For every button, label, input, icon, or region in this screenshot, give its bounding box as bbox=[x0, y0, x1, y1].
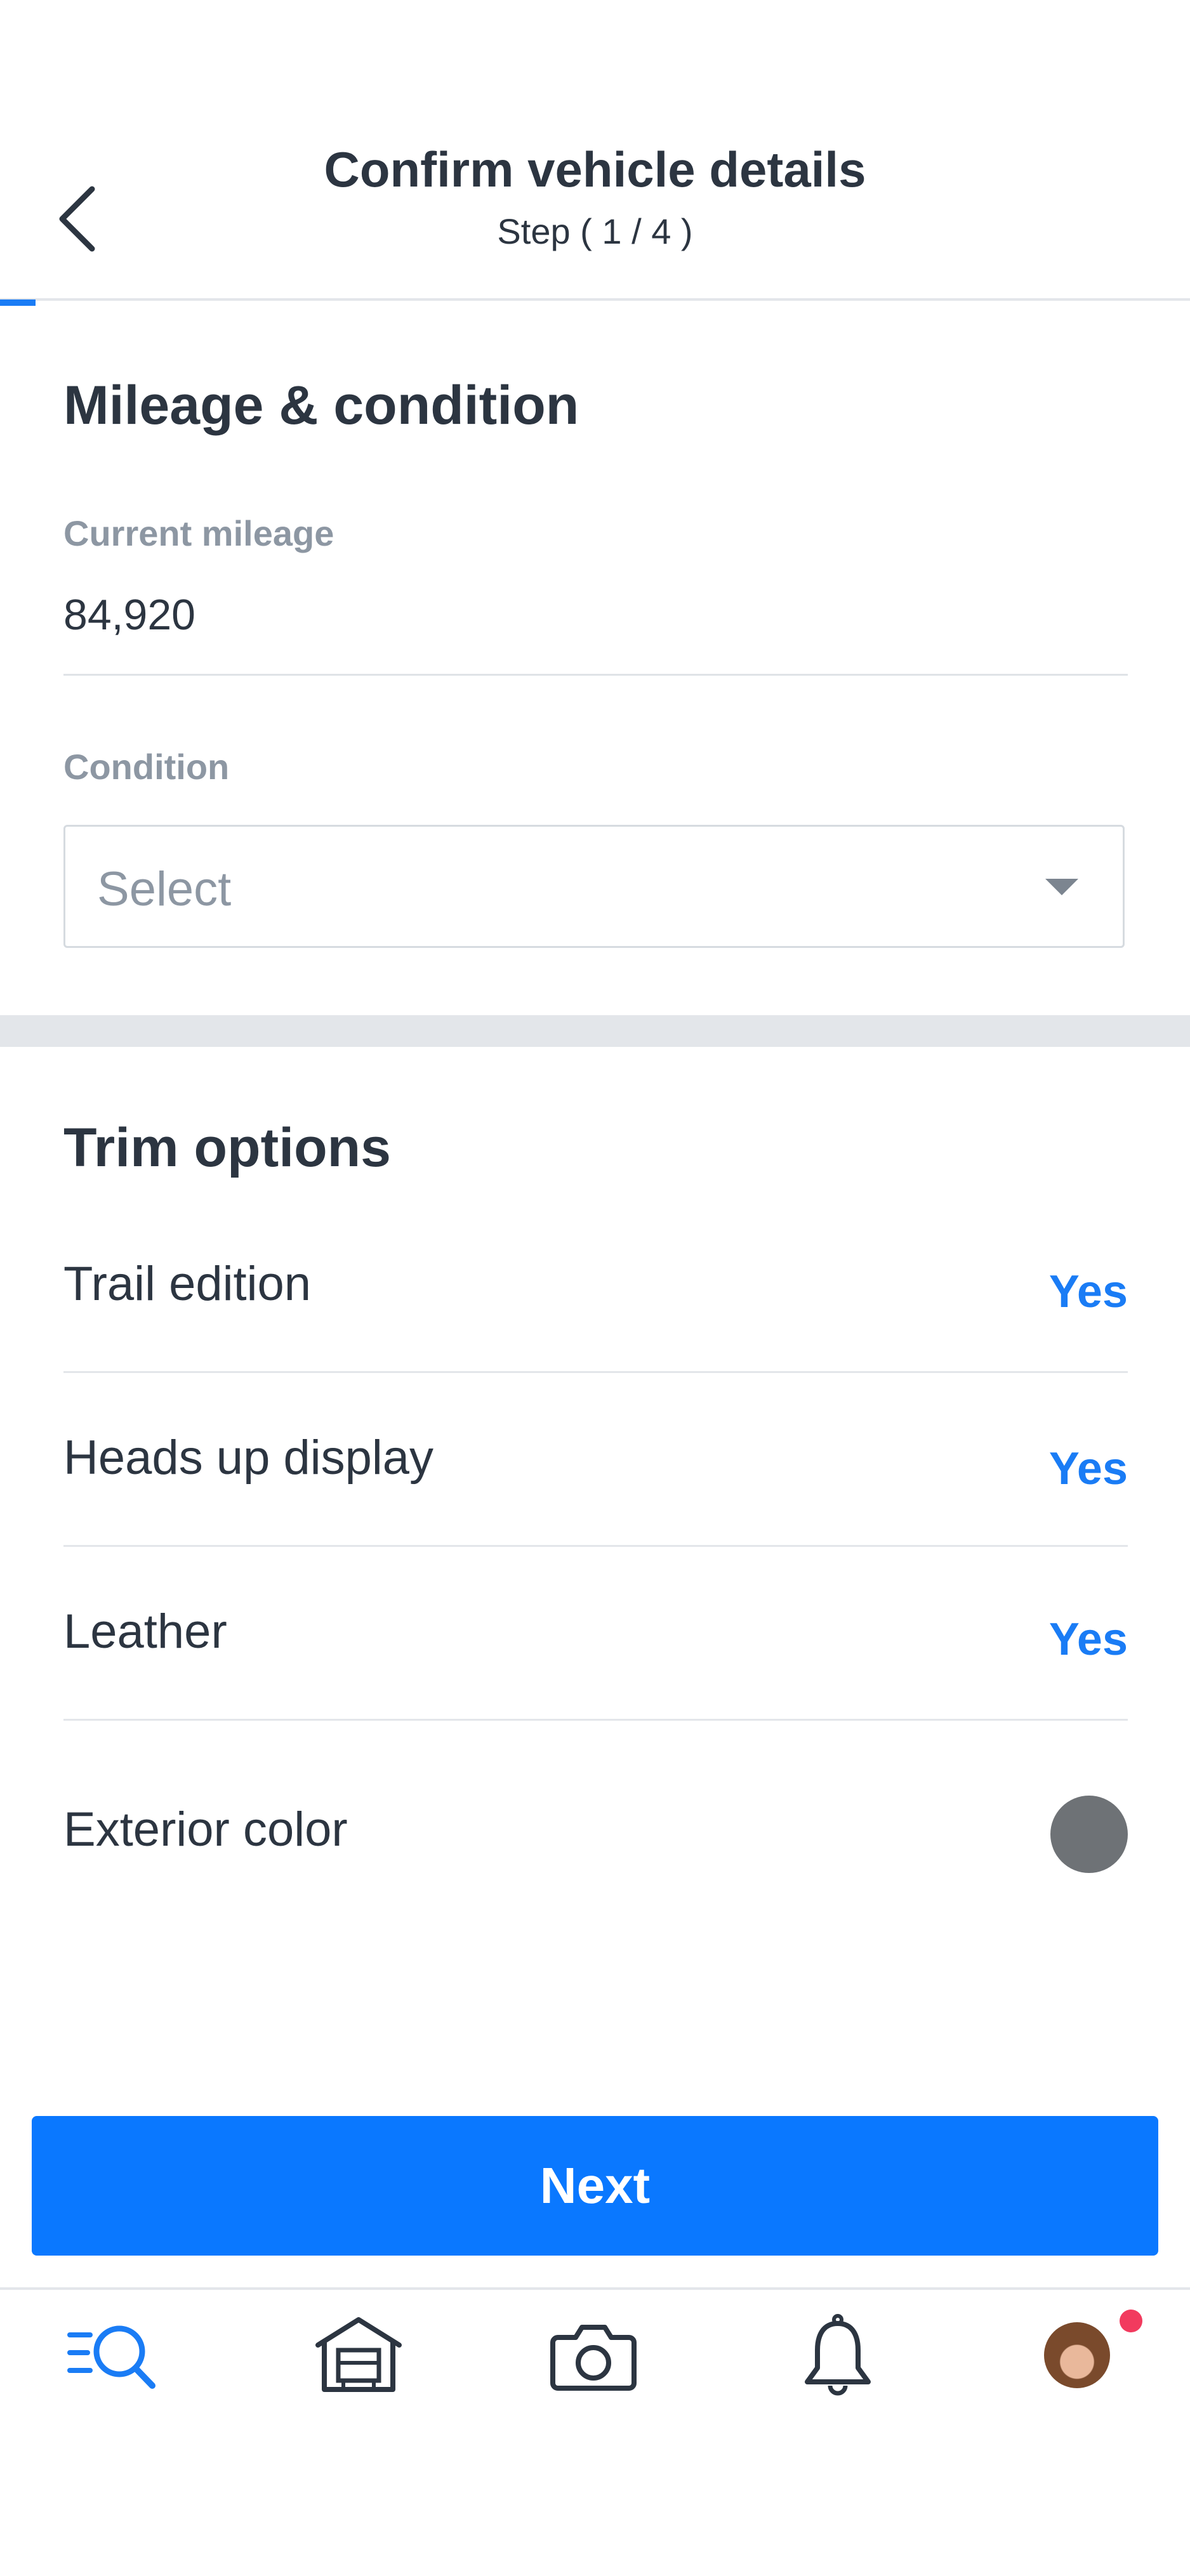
color-swatch[interactable] bbox=[1050, 1796, 1128, 1873]
step-indicator: Step ( 1 / 4 ) bbox=[497, 211, 693, 251]
camera-icon bbox=[550, 2325, 637, 2391]
tab-search[interactable] bbox=[63, 2310, 165, 2398]
caret-down-icon bbox=[1045, 879, 1078, 895]
condition-select[interactable]: Select bbox=[63, 825, 1125, 948]
tab-garage[interactable] bbox=[308, 2310, 409, 2398]
trim-toggle-value[interactable]: Yes bbox=[1049, 1613, 1128, 1666]
trim-label: Heads up display bbox=[63, 1431, 434, 1485]
notification-badge bbox=[1120, 2310, 1142, 2332]
page-title: Confirm vehicle details bbox=[324, 141, 866, 197]
trim-label: Exterior color bbox=[63, 1803, 348, 1856]
avatar[interactable] bbox=[1044, 2322, 1110, 2388]
section-title-mileage: Mileage & condition bbox=[63, 375, 579, 436]
tab-notifications[interactable] bbox=[787, 2310, 889, 2398]
tabbar-divider bbox=[0, 2287, 1190, 2290]
trim-row-leather[interactable]: Leather Yes bbox=[63, 1547, 1128, 1721]
tab-camera[interactable] bbox=[543, 2310, 644, 2398]
trim-toggle-value[interactable]: Yes bbox=[1049, 1266, 1128, 1318]
header: Confirm vehicle details Step ( 1 / 4 ) bbox=[0, 0, 1190, 299]
condition-placeholder: Select bbox=[97, 862, 232, 916]
mileage-label: Current mileage bbox=[63, 513, 334, 553]
row-divider bbox=[63, 1719, 1128, 1721]
progress-bar bbox=[0, 299, 36, 306]
garage-icon bbox=[315, 2317, 402, 2392]
mileage-underline bbox=[63, 674, 1128, 676]
mileage-field[interactable]: 84,920 bbox=[63, 590, 195, 640]
trim-row-trail-edition[interactable]: Trail edition Yes bbox=[63, 1199, 1128, 1373]
next-button[interactable]: Next bbox=[32, 2116, 1158, 2256]
section-separator bbox=[0, 1015, 1190, 1047]
section-title-trim: Trim options bbox=[63, 1117, 391, 1178]
trim-label: Leather bbox=[63, 1605, 227, 1659]
trim-label: Trail edition bbox=[63, 1257, 312, 1311]
header-divider bbox=[0, 298, 1190, 301]
bell-icon bbox=[805, 2314, 871, 2396]
trim-row-heads-up-display[interactable]: Heads up display Yes bbox=[63, 1373, 1128, 1547]
search-icon bbox=[67, 2325, 155, 2389]
trim-row-exterior-color[interactable]: Exterior color bbox=[63, 1770, 1128, 1910]
condition-label: Condition bbox=[63, 747, 230, 787]
trim-toggle-value[interactable]: Yes bbox=[1049, 1443, 1128, 1495]
